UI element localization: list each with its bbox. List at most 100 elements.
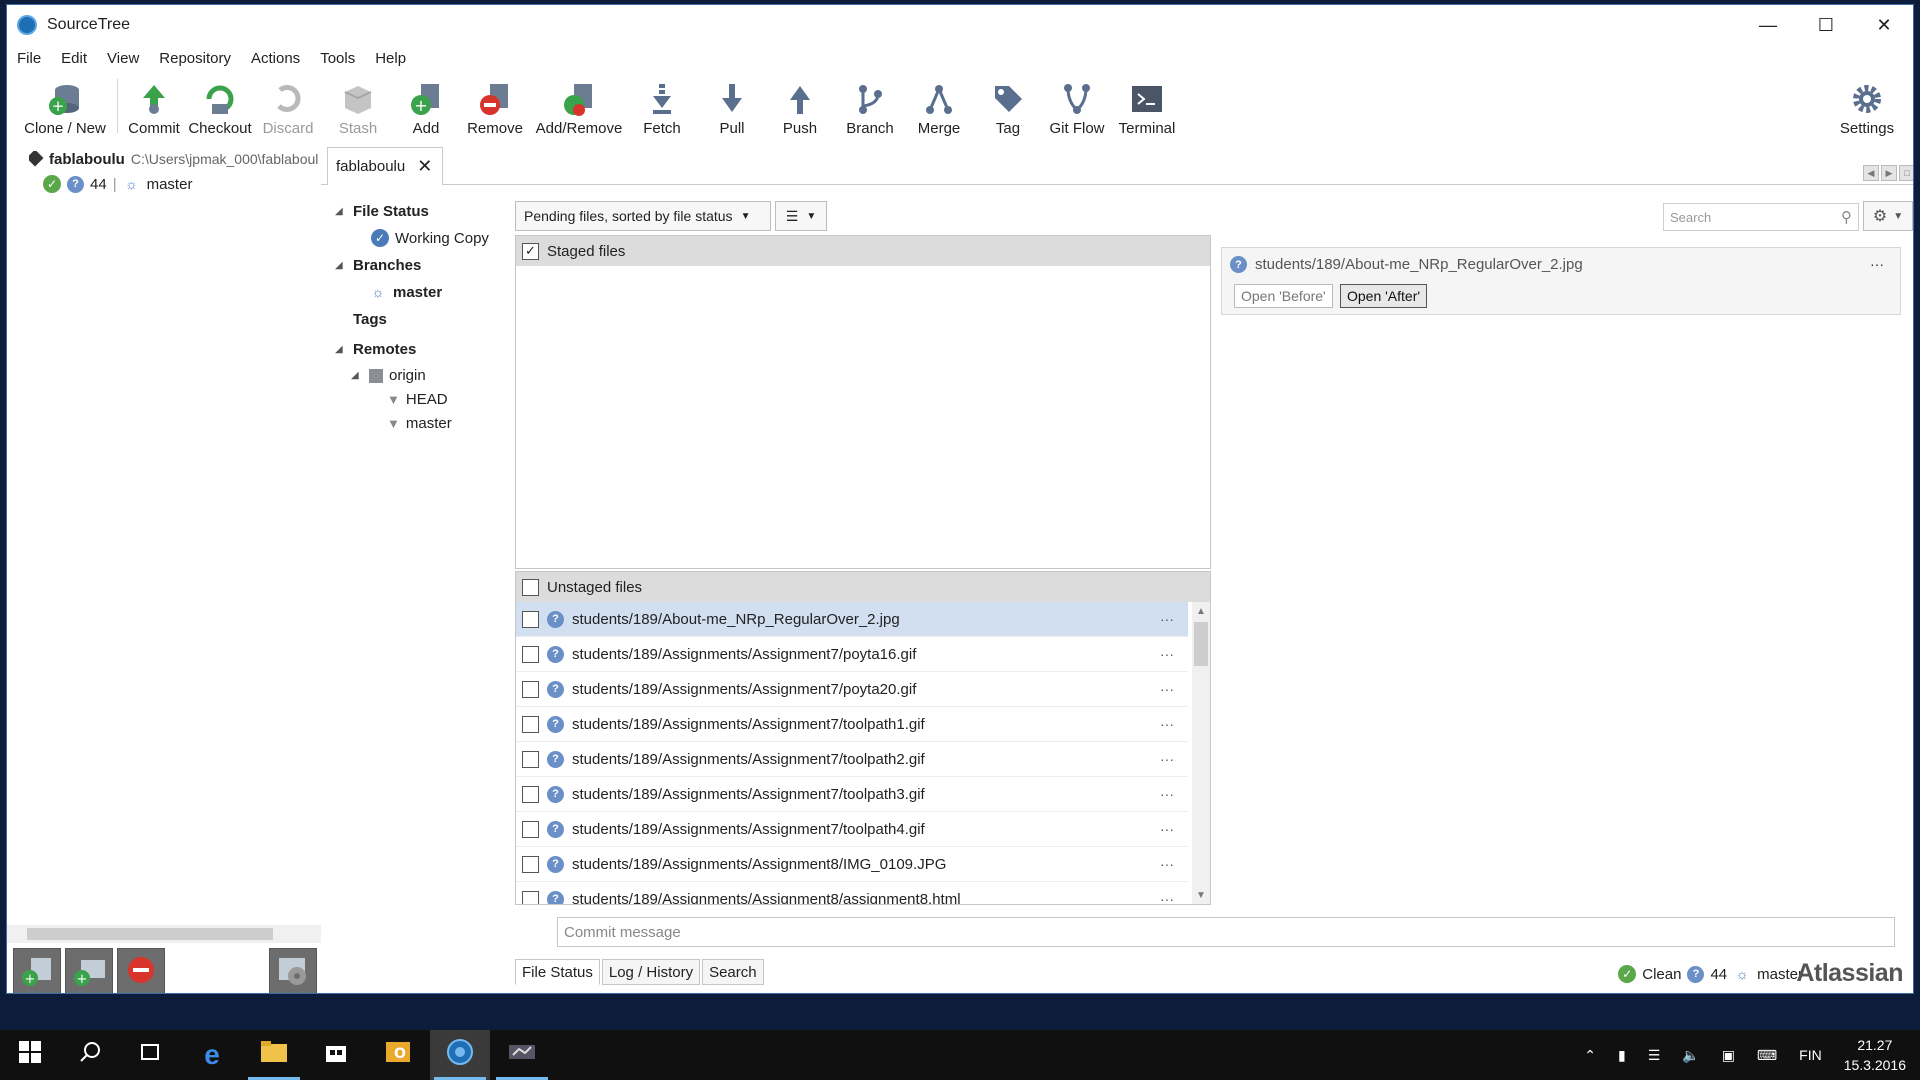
list-mode-dropdown[interactable]: ☰ ▼ bbox=[775, 201, 827, 231]
left-horizontal-scrollbar[interactable] bbox=[7, 925, 321, 943]
menu-help[interactable]: Help bbox=[365, 50, 416, 67]
sidebar-remote-master[interactable]: ▼ master bbox=[387, 415, 452, 432]
scroll-down-icon[interactable]: ▼ bbox=[1192, 886, 1210, 904]
open-after-button[interactable]: Open 'After' bbox=[1340, 284, 1428, 308]
pending-files-dropdown[interactable]: Pending files, sorted by file status ▼ bbox=[515, 201, 771, 231]
file-checkbox[interactable] bbox=[522, 610, 539, 628]
file-checkbox[interactable] bbox=[522, 680, 539, 698]
clone-new-button[interactable]: + Clone / New bbox=[15, 75, 115, 137]
more-options-icon[interactable]: ··· bbox=[1160, 786, 1174, 802]
search-input[interactable]: Search ⚲ bbox=[1663, 203, 1859, 231]
more-options-icon[interactable]: ··· bbox=[1160, 821, 1174, 837]
menu-edit[interactable]: Edit bbox=[51, 50, 97, 67]
menu-tools[interactable]: Tools bbox=[310, 50, 365, 67]
new-repo-button[interactable]: + bbox=[13, 948, 61, 993]
more-options-icon[interactable]: ··· bbox=[1160, 611, 1174, 627]
list-item[interactable]: ? students/189/Assignments/Assignment8/as… bbox=[516, 882, 1188, 904]
explorer-taskbar-button[interactable] bbox=[244, 1030, 304, 1080]
clock[interactable]: 21.27 15.3.2016 bbox=[1844, 1035, 1906, 1075]
sidebar-tags[interactable]: Tags bbox=[353, 311, 387, 328]
battery-icon[interactable]: ▮ bbox=[1618, 1047, 1626, 1064]
file-checkbox[interactable] bbox=[522, 715, 539, 733]
terminal-button[interactable]: Terminal bbox=[1111, 75, 1183, 137]
tab-next-button[interactable]: ▶ bbox=[1881, 165, 1897, 181]
list-item[interactable]: ? students/189/About-me_NRp_RegularOver_2… bbox=[516, 602, 1188, 637]
stash-button[interactable]: Stash bbox=[325, 75, 391, 137]
more-options-icon[interactable]: ··· bbox=[1160, 891, 1174, 904]
file-checkbox[interactable] bbox=[522, 820, 539, 838]
remove-repo-button[interactable] bbox=[117, 948, 165, 993]
add-remove-button[interactable]: Add/Remove bbox=[531, 75, 627, 137]
settings-button[interactable]: Settings bbox=[1829, 75, 1905, 137]
scroll-thumb[interactable] bbox=[1194, 622, 1208, 666]
language-indicator[interactable]: FIN bbox=[1799, 1047, 1822, 1063]
open-before-button[interactable]: Open 'Before' bbox=[1234, 284, 1333, 308]
sidebar-remote-origin[interactable]: ◢ origin bbox=[351, 367, 426, 384]
list-item[interactable]: ? students/189/Assignments/Assignment7/po… bbox=[516, 672, 1188, 707]
add-folder-button[interactable]: + bbox=[65, 948, 113, 993]
file-checkbox[interactable] bbox=[522, 645, 539, 663]
minimize-button[interactable]: — bbox=[1739, 5, 1797, 45]
merge-button[interactable]: Merge bbox=[905, 75, 973, 137]
pull-button[interactable]: Pull bbox=[699, 75, 765, 137]
add-button[interactable]: + Add bbox=[393, 75, 459, 137]
checkout-button[interactable]: Checkout bbox=[187, 75, 253, 137]
tag-button[interactable]: Tag bbox=[975, 75, 1041, 137]
more-options-icon[interactable]: ··· bbox=[1160, 646, 1174, 662]
more-options-icon[interactable]: ··· bbox=[1160, 681, 1174, 697]
remove-button[interactable]: Remove bbox=[459, 75, 531, 137]
repo-settings-button[interactable] bbox=[269, 948, 317, 993]
search-taskbar-button[interactable] bbox=[60, 1030, 120, 1080]
more-options-icon[interactable]: ··· bbox=[1160, 856, 1174, 872]
file-list-scrollbar[interactable]: ▲ ▼ bbox=[1192, 602, 1210, 904]
scroll-up-icon[interactable]: ▲ bbox=[1192, 602, 1210, 620]
keyboard-icon[interactable]: ⌨ bbox=[1757, 1047, 1777, 1064]
discard-button[interactable]: Discard bbox=[255, 75, 321, 137]
tab-file-status[interactable]: File Status bbox=[515, 959, 600, 985]
show-hidden-icons-icon[interactable]: ⌃ bbox=[1584, 1047, 1596, 1064]
close-tab-icon[interactable]: ✕ bbox=[417, 156, 432, 177]
file-checkbox[interactable] bbox=[522, 750, 539, 768]
unstaged-files-checkbox[interactable] bbox=[522, 578, 539, 596]
maximize-button[interactable]: ☐ bbox=[1797, 5, 1855, 45]
edge-taskbar-button[interactable]: e bbox=[182, 1030, 242, 1080]
file-checkbox[interactable] bbox=[522, 785, 539, 803]
fetch-button[interactable]: Fetch bbox=[629, 75, 695, 137]
sidebar-branches[interactable]: ◢ Branches bbox=[335, 257, 421, 274]
git-flow-button[interactable]: Git Flow bbox=[1041, 75, 1113, 137]
sidebar-remote-head[interactable]: ▼ HEAD bbox=[387, 391, 448, 408]
sidebar-working-copy[interactable]: ✓ Working Copy bbox=[371, 229, 489, 247]
file-checkbox[interactable] bbox=[522, 890, 539, 904]
sidebar-remotes[interactable]: ◢ Remotes bbox=[335, 341, 416, 358]
menu-repository[interactable]: Repository bbox=[149, 50, 241, 67]
tab-list-button[interactable]: □ bbox=[1899, 165, 1913, 181]
menu-file[interactable]: File bbox=[7, 50, 51, 67]
sidebar-branch-master[interactable]: ☼ master bbox=[369, 283, 443, 301]
list-item[interactable]: ? students/189/Assignments/Assignment8/IM… bbox=[516, 847, 1188, 882]
commit-button[interactable]: Commit bbox=[119, 75, 189, 137]
menu-view[interactable]: View bbox=[97, 50, 149, 67]
close-window-button[interactable]: ✕ bbox=[1855, 5, 1913, 45]
outlook-taskbar-button[interactable]: O bbox=[368, 1030, 428, 1080]
wifi-icon[interactable]: ☰ bbox=[1648, 1047, 1661, 1064]
list-item[interactable]: ? students/189/Assignments/Assignment7/to… bbox=[516, 812, 1188, 847]
sourcetree-taskbar-button[interactable] bbox=[430, 1030, 490, 1080]
notifications-icon[interactable]: ▣ bbox=[1722, 1047, 1735, 1064]
commit-message-input[interactable]: Commit message bbox=[557, 917, 1895, 947]
app-taskbar-button[interactable] bbox=[492, 1030, 552, 1080]
options-gear-button[interactable]: ⚙ ▼ bbox=[1863, 201, 1913, 231]
volume-icon[interactable]: 🔈 bbox=[1682, 1047, 1699, 1064]
start-button[interactable] bbox=[0, 1030, 60, 1080]
scroll-thumb[interactable] bbox=[27, 928, 273, 940]
list-item[interactable]: ? students/189/Assignments/Assignment7/to… bbox=[516, 707, 1188, 742]
menu-actions[interactable]: Actions bbox=[241, 50, 310, 67]
file-checkbox[interactable] bbox=[522, 855, 539, 873]
list-item[interactable]: ? students/189/Assignments/Assignment7/to… bbox=[516, 777, 1188, 812]
tab-prev-button[interactable]: ◀ bbox=[1863, 165, 1879, 181]
staged-files-checkbox[interactable]: ✓ bbox=[522, 242, 539, 260]
tab-search[interactable]: Search bbox=[702, 959, 764, 985]
tab-log-history[interactable]: Log / History bbox=[601, 959, 701, 985]
title-bar[interactable]: SourceTree — ☐ ✕ bbox=[7, 5, 1913, 45]
task-view-button[interactable] bbox=[120, 1030, 180, 1080]
sidebar-file-status[interactable]: ◢ File Status bbox=[335, 203, 429, 220]
